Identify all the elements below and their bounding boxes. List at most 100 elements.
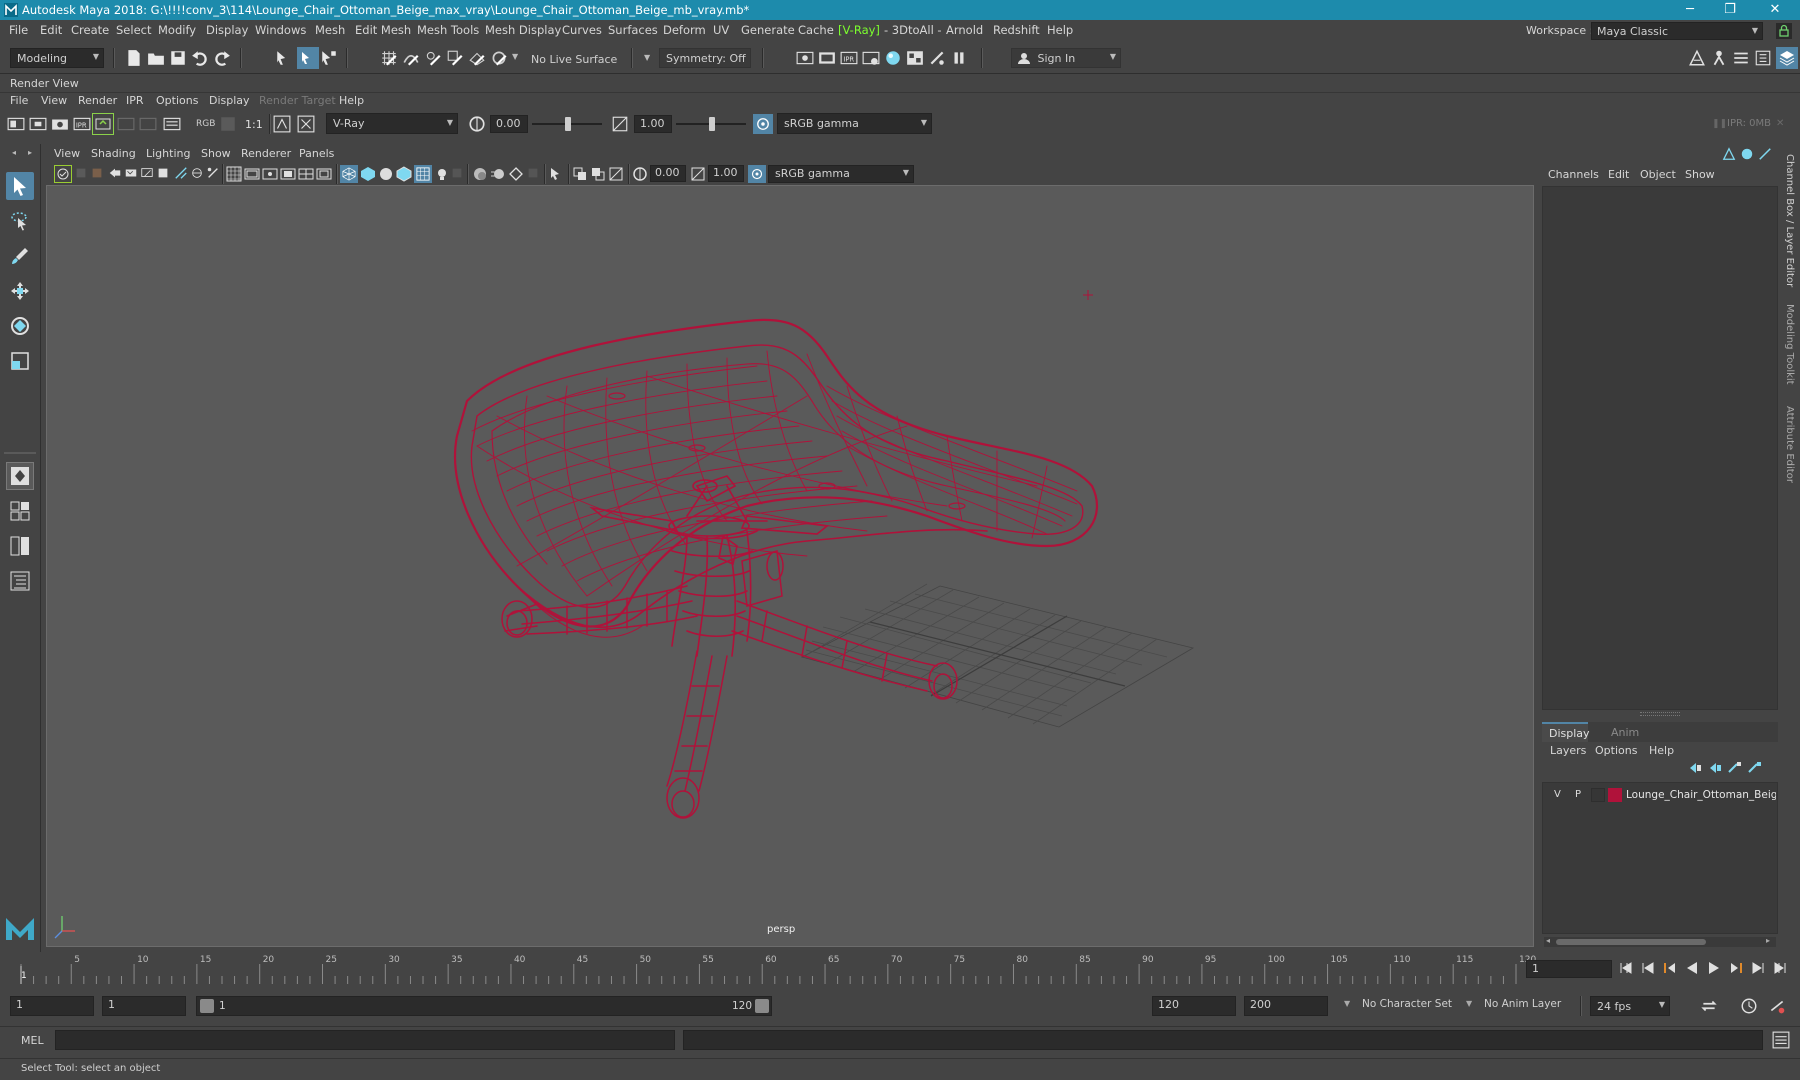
anim-layer-label[interactable]: No Anim Layer xyxy=(1484,998,1561,1010)
step-back-key-icon[interactable] xyxy=(1640,960,1656,976)
create-empty-layer-icon[interactable] xyxy=(1727,760,1743,776)
exposure-slider-knob[interactable] xyxy=(565,117,571,131)
channel-layer-toggle-icon[interactable] xyxy=(1740,147,1754,161)
menu-windows[interactable]: Windows xyxy=(255,23,306,37)
menu-mesh[interactable]: Mesh xyxy=(315,23,345,37)
snap-point-icon[interactable] xyxy=(424,49,442,67)
outliner-layout[interactable] xyxy=(6,567,34,595)
anim-layer-arrow-icon[interactable]: ▼ xyxy=(1466,999,1472,1008)
vp-color-management-button[interactable] xyxy=(748,165,766,183)
menu-3dtoall[interactable]: - 3DtoAll - xyxy=(884,23,942,37)
loop-icon[interactable] xyxy=(1700,997,1718,1015)
select-component-icon[interactable] xyxy=(320,49,338,67)
refresh-ipr-button[interactable] xyxy=(92,113,114,135)
snap-live-icon[interactable] xyxy=(490,49,508,67)
layer-help-menu[interactable]: Help xyxy=(1649,744,1674,757)
menu-curves[interactable]: Curves xyxy=(562,23,602,37)
character-set-arrow-icon[interactable]: ▼ xyxy=(1344,999,1350,1008)
menuset-dropdown[interactable]: Modeling ▼ xyxy=(10,48,104,68)
play-forwards-icon[interactable] xyxy=(1706,960,1722,976)
field-chart-toggle-icon[interactable] xyxy=(298,166,314,182)
anti-aliasing-icon[interactable] xyxy=(508,166,524,182)
sign-in-dropdown[interactable]: Sign In ▼ xyxy=(1011,48,1121,68)
move-layer-up-icon[interactable] xyxy=(1687,760,1703,776)
xray-active-components-icon[interactable] xyxy=(590,166,606,182)
two-d-pan-icon[interactable] xyxy=(124,166,138,180)
character-controls-icon[interactable] xyxy=(1710,49,1728,67)
new-scene-icon[interactable] xyxy=(125,49,143,67)
expand-right-icon[interactable]: ▸ xyxy=(28,148,32,157)
channel-box-toggle[interactable] xyxy=(1776,47,1798,69)
gate-mask-icon[interactable] xyxy=(190,166,204,180)
layer-color-swatch[interactable] xyxy=(1608,788,1622,802)
collapse-left-icon[interactable]: ◂ xyxy=(12,148,16,157)
pause-icon[interactable] xyxy=(950,49,968,67)
screen-space-ao-icon[interactable] xyxy=(472,166,488,182)
menu-display[interactable]: Display xyxy=(206,23,248,37)
layer-type-toggle[interactable] xyxy=(1591,788,1605,802)
menu-select[interactable]: Select xyxy=(116,23,151,37)
script-editor-icon[interactable] xyxy=(1772,1031,1790,1049)
rv-menu-view[interactable]: View xyxy=(41,94,67,107)
default-material-icon[interactable] xyxy=(378,166,394,182)
menu-uv[interactable]: UV xyxy=(713,23,729,37)
four-view-layout[interactable] xyxy=(6,497,34,525)
menu-edit[interactable]: Edit xyxy=(40,23,62,37)
lasso-tool[interactable] xyxy=(6,207,34,235)
scroll-left-icon[interactable]: ◂ xyxy=(1546,936,1550,945)
command-language-label[interactable]: MEL xyxy=(21,1034,44,1047)
rv-menu-file[interactable]: File xyxy=(10,94,28,107)
camera-attributes-button[interactable] xyxy=(54,165,72,183)
scroll-right-icon[interactable]: ▸ xyxy=(1766,936,1770,945)
step-forward-frame-icon[interactable] xyxy=(1728,960,1744,976)
menu-surfaces[interactable]: Surfaces xyxy=(608,23,658,37)
go-to-start-icon[interactable] xyxy=(1618,960,1634,976)
film-gate-toggle-icon[interactable] xyxy=(244,166,260,182)
smooth-shade-icon[interactable] xyxy=(360,166,376,182)
real-size-button[interactable]: 1:1 xyxy=(245,118,263,131)
exposure-icon[interactable] xyxy=(632,166,648,182)
vray-render-icon[interactable] xyxy=(928,49,946,67)
keep-image-icon[interactable] xyxy=(273,115,291,133)
use-all-lights-icon[interactable] xyxy=(434,166,450,182)
vp-menu-view[interactable]: View xyxy=(54,147,80,160)
menu-vray[interactable]: [V-Ray] xyxy=(838,23,880,37)
select-object-button[interactable] xyxy=(297,47,319,69)
xray-joints-icon[interactable] xyxy=(572,166,588,182)
symmetry-dropdown[interactable]: Symmetry: Off xyxy=(659,48,751,68)
render-frame-icon[interactable] xyxy=(818,49,836,67)
scroll-thumb[interactable] xyxy=(1556,939,1706,945)
menu-deform[interactable]: Deform xyxy=(663,23,706,37)
minimize-button[interactable]: ─ xyxy=(1670,0,1710,20)
grid-toggle-icon[interactable] xyxy=(226,166,242,182)
modeling-toolkit-tab[interactable]: Modeling Toolkit xyxy=(1784,304,1795,385)
layer-row[interactable]: V P Lounge_Chair_Ottoman_Beige xyxy=(1543,787,1777,805)
redo-previous-render-icon[interactable] xyxy=(7,115,25,133)
gamma-icon[interactable] xyxy=(611,115,629,133)
symmetry-arrow-icon[interactable]: ▼ xyxy=(644,53,650,62)
anim-tab[interactable]: Anim xyxy=(1611,726,1639,739)
two-view-layout[interactable] xyxy=(6,532,34,560)
vp-colorspace-dropdown[interactable]: sRGB gamma ▼ xyxy=(768,165,914,183)
step-back-frame-icon[interactable] xyxy=(1662,960,1678,976)
ipr-render-icon[interactable]: IPR xyxy=(840,49,858,67)
vp-exposure-field[interactable]: 0.00 xyxy=(650,165,686,182)
image-plane-icon[interactable] xyxy=(108,166,122,180)
select-tool[interactable] xyxy=(6,172,34,200)
menu-generate[interactable]: Generate xyxy=(741,23,795,37)
cb-show-menu[interactable]: Show xyxy=(1685,168,1715,181)
character-set-label[interactable]: No Character Set xyxy=(1362,998,1452,1010)
menu-mesh-display[interactable]: Mesh Display xyxy=(485,23,561,37)
gamma-icon[interactable] xyxy=(690,166,706,182)
move-tool[interactable] xyxy=(6,277,34,305)
snap-surface-icon[interactable] xyxy=(468,49,486,67)
rotate-tool[interactable] xyxy=(6,312,34,340)
remove-image-icon[interactable] xyxy=(297,115,315,133)
rv-menu-options[interactable]: Options xyxy=(156,94,198,107)
wireframe-on-shaded-icon[interactable] xyxy=(396,166,412,182)
playback-start-field[interactable]: 1 xyxy=(102,996,186,1016)
vp-menu-show[interactable]: Show xyxy=(201,147,231,160)
save-scene-icon[interactable] xyxy=(169,49,187,67)
snap-options-arrow-icon[interactable]: ▼ xyxy=(512,52,518,61)
play-backwards-icon[interactable] xyxy=(1684,960,1700,976)
